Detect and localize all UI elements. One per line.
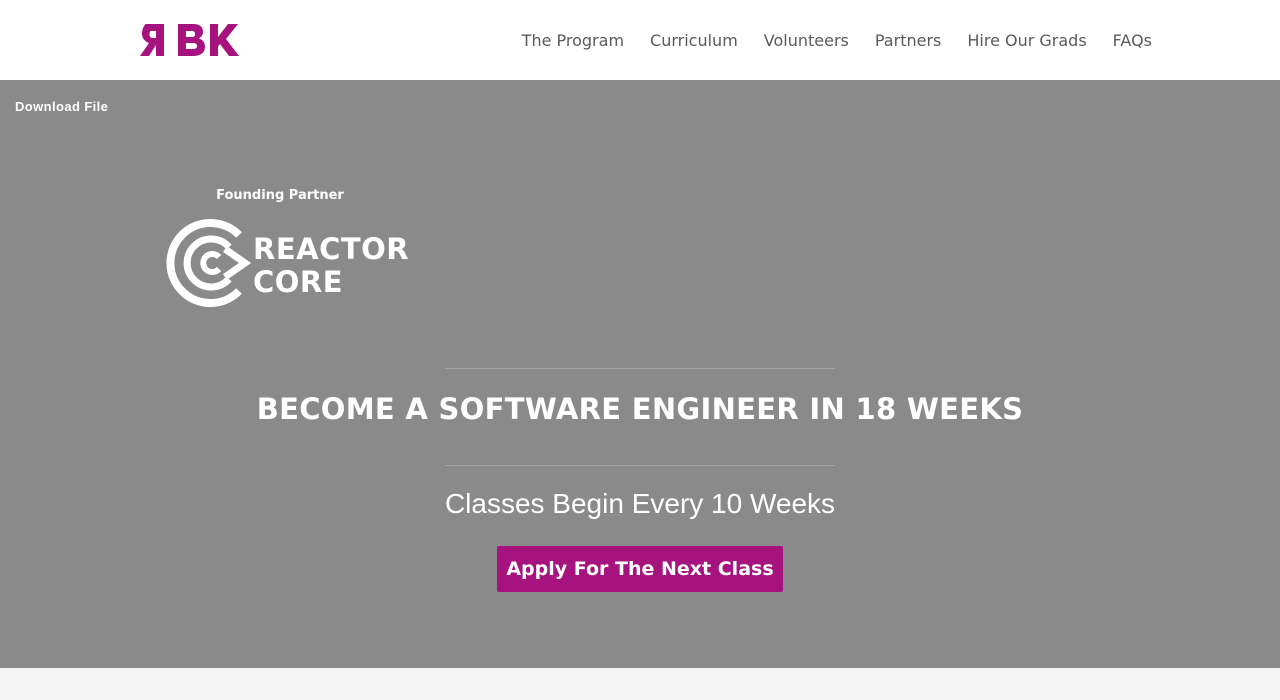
divider-top <box>445 368 835 369</box>
divider-bottom <box>445 465 835 466</box>
nav-item-the-program[interactable]: The Program <box>522 31 624 50</box>
nav-item-curriculum[interactable]: Curriculum <box>650 31 738 50</box>
reactor-core-logo[interactable]: REACTOR CORE <box>165 217 409 309</box>
reactor-core-mark-icon <box>166 219 252 307</box>
nav-item-hire-our-grads[interactable]: Hire Our Grads <box>967 31 1086 50</box>
partner-name-line1: REACTOR <box>253 232 410 266</box>
nav-item-faqs[interactable]: FAQs <box>1113 31 1152 50</box>
site-header: The Program Curriculum Volunteers Partne… <box>0 0 1280 80</box>
founding-partner-label: Founding Partner <box>216 188 344 203</box>
hero-headline: BECOME A SOFTWARE ENGINEER IN 18 WEEKS <box>256 392 1024 426</box>
rbk-logo[interactable] <box>140 20 257 60</box>
page-footer-strip <box>0 668 1280 700</box>
partner-name-line2: CORE <box>253 265 344 299</box>
nav-item-volunteers[interactable]: Volunteers <box>764 31 849 50</box>
main-nav: The Program Curriculum Volunteers Partne… <box>496 0 1152 80</box>
hero-subline: Classes Begin Every 10 Weeks <box>444 488 836 519</box>
apply-button[interactable]: Apply For The Next Class <box>497 546 783 592</box>
hero-section: Download File Founding Partner REACTOR C… <box>0 80 1280 668</box>
nav-item-partners[interactable]: Partners <box>875 31 941 50</box>
download-file-link[interactable]: Download File <box>15 99 108 114</box>
